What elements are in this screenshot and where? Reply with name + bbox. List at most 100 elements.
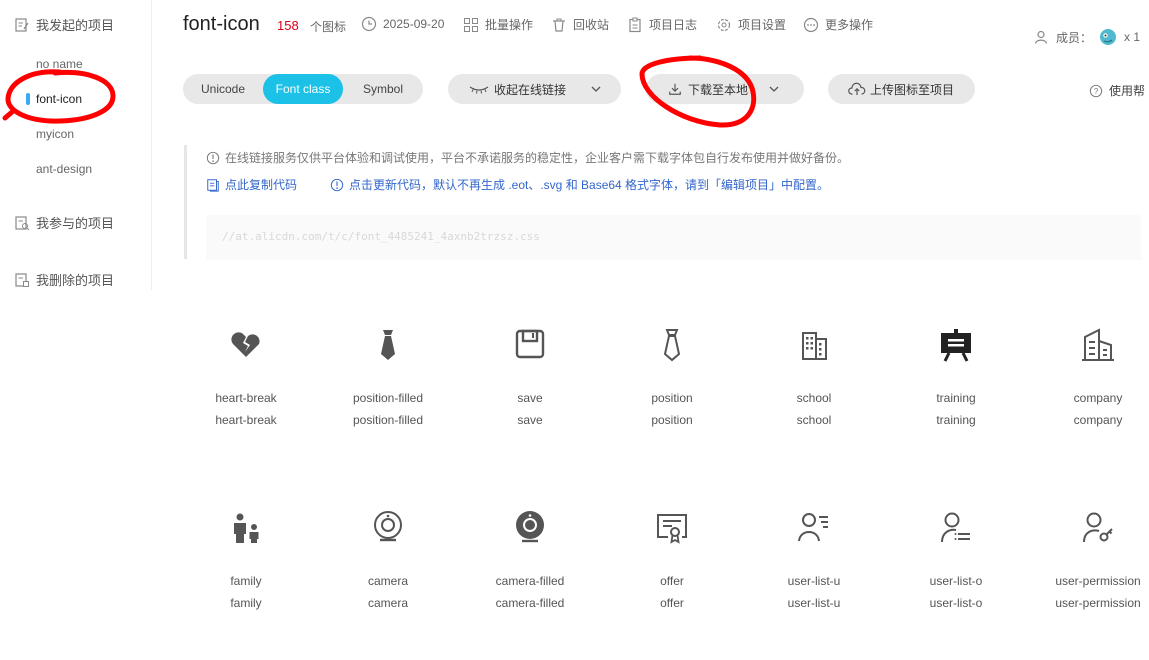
icon-name: school [796, 391, 832, 405]
project-item-no-name[interactable]: no name [36, 57, 83, 71]
download-local-button[interactable]: 下载至本地 [646, 74, 804, 104]
tab-unicode[interactable]: Unicode [183, 74, 263, 104]
created-date-text: 2025-09-20 [383, 17, 445, 31]
icon-code: training [936, 413, 976, 427]
icon-name: training [936, 391, 976, 405]
download-local-label: 下载至本地 [688, 82, 749, 97]
icon-name: user-permission [1055, 574, 1141, 588]
batch-action-button[interactable]: 批量操作 [463, 16, 533, 33]
update-code-link[interactable]: 点击更新代码，默认不再生成 .eot、.svg 和 Base64 格式字体，请到… [330, 176, 829, 193]
copy-icon [207, 178, 219, 192]
deleted-projects-label: 我删除的项目 [36, 273, 115, 288]
eye-closed-icon [469, 86, 489, 94]
trash-icon [553, 18, 565, 32]
icon-card[interactable]: heart-break heart-break [175, 327, 317, 477]
icon-code: save [517, 413, 543, 427]
project-item-myicon[interactable]: myicon [36, 127, 74, 141]
icon-card[interactable]: training training [885, 327, 1027, 477]
project-item-ant-design[interactable]: ant-design [36, 162, 92, 176]
settings-icon [717, 18, 731, 31]
members-label: 成员： [1056, 30, 1093, 45]
batch-icon [464, 17, 478, 32]
project-settings-button[interactable]: 项目设置 [716, 16, 786, 33]
project-sidebar: 我发起的项目 no name font-icon myicon ant-desi… [0, 0, 152, 290]
icon-card[interactable]: position-filled position-filled [317, 327, 459, 477]
members-area[interactable]: 成员： x 1 [1034, 27, 1140, 47]
icon-count: 158 [277, 18, 299, 33]
icon-card[interactable]: company company [1027, 327, 1149, 477]
service-warning: 在线链接服务仅供平台体验和调试使用，平台不承诺服务的稳定性，企业客户需下载字体包… [206, 149, 849, 166]
camera-icon [374, 511, 402, 542]
tab-symbol[interactable]: Symbol [343, 74, 423, 104]
format-segmented-control: Unicode Font class Symbol [183, 74, 423, 104]
company-icon [1082, 328, 1114, 361]
icon-code: camera [367, 596, 408, 610]
edit-doc-icon [15, 17, 29, 32]
copy-code-label: 点此复制代码 [225, 178, 298, 192]
service-warning-text: 在线链接服务仅供平台体验和调试使用，平台不承诺服务的稳定性，企业客户需下载字体包… [225, 151, 850, 165]
help-icon: ? [1089, 84, 1103, 97]
icon-card[interactable]: user-permission user-permission [1027, 510, 1149, 660]
deleted-doc-icon [15, 272, 29, 287]
cloud-upload-icon [848, 82, 866, 95]
joined-projects-label: 我参与的项目 [36, 216, 115, 231]
project-item-font-icon[interactable]: font-icon [36, 92, 82, 106]
icon-code: user-list-o [929, 596, 983, 610]
svg-text:?: ? [1094, 87, 1099, 96]
icon-card[interactable]: family family [175, 510, 317, 660]
icon-name: user-list-u [787, 574, 841, 588]
project-log-button[interactable]: 项目日志 [627, 16, 697, 33]
member-avatar [1100, 29, 1117, 45]
camera-filled-icon [516, 511, 544, 543]
page-title: font-icon [183, 13, 260, 35]
icon-card[interactable]: camera-filled camera-filled [459, 510, 601, 660]
my-projects-header[interactable]: 我发起的项目 [14, 15, 114, 34]
more-actions-label: 更多操作 [825, 18, 874, 32]
recycle-bin-button[interactable]: 回收站 [551, 16, 609, 33]
icon-card[interactable]: school school [743, 327, 885, 477]
css-link-box[interactable]: //at.alicdn.com/t/c/font_4485241_4axnb2t… [206, 215, 1141, 260]
icon-card[interactable]: position position [601, 327, 743, 477]
easel-icon [941, 329, 971, 362]
joined-projects-header[interactable]: 我参与的项目 [14, 213, 114, 232]
icon-card[interactable]: user-list-o user-list-o [885, 510, 1027, 660]
collapse-online-link-button[interactable]: 收起在线链接 [448, 74, 621, 104]
icon-card[interactable]: save save [459, 327, 601, 477]
icon-code: offer [660, 596, 684, 610]
clock-icon [361, 16, 377, 32]
upload-to-project-button[interactable]: 上传图标至项目 [828, 74, 975, 104]
css-link-url: //at.alicdn.com/t/c/font_4485241_4axnb2t… [222, 230, 540, 243]
joined-doc-icon [15, 215, 30, 230]
download-chevron-down-icon [769, 86, 779, 92]
my-projects-label: 我发起的项目 [36, 18, 115, 33]
tie-outline-icon [663, 329, 681, 362]
active-indicator [26, 93, 30, 105]
icon-name: company [1073, 391, 1123, 405]
building-icon [802, 332, 827, 360]
more-actions-button[interactable]: 更多操作 [803, 16, 873, 33]
icon-card[interactable]: camera camera [317, 510, 459, 660]
icon-code: user-permission [1055, 596, 1141, 610]
update-code-label: 点击更新代码，默认不再生成 .eot、.svg 和 Base64 格式字体，请到… [349, 178, 830, 192]
icon-name: offer [660, 574, 684, 588]
icon-name: heart-break [215, 391, 277, 405]
family-icon [234, 513, 259, 543]
help-link[interactable]: ? 使用帮 [1089, 82, 1145, 99]
clipboard-icon [629, 17, 641, 32]
icon-name: position-filled [352, 391, 424, 405]
deleted-projects-header[interactable]: 我删除的项目 [14, 270, 114, 289]
members-count: x 1 [1124, 30, 1141, 44]
copy-code-link[interactable]: 点此复制代码 [206, 176, 297, 193]
icon-code: user-list-u [787, 596, 841, 610]
project-settings-label: 项目设置 [738, 18, 787, 32]
icon-name: camera [367, 574, 408, 588]
icon-card[interactable]: user-list-u user-list-u [743, 510, 885, 660]
icon-name: camera-filled [495, 574, 565, 588]
heart-break-icon [231, 332, 260, 357]
tab-font-class[interactable]: Font class [263, 74, 343, 104]
icon-code: company [1073, 413, 1123, 427]
update-info-icon [330, 178, 344, 191]
icon-name: user-list-o [929, 574, 983, 588]
upload-to-project-label: 上传图标至项目 [870, 82, 955, 97]
icon-card[interactable]: offer offer [601, 510, 743, 660]
